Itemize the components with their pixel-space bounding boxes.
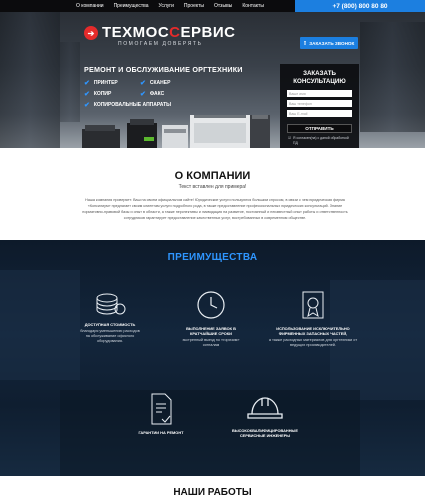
form-title-line2: КОНСУЛЬТАЦИЮ — [293, 78, 346, 85]
logo[interactable]: ТЕХМОССЕРВИС — [102, 24, 235, 41]
feature-item: ✔ КОПИРОВАЛЬНЫЕ АППАРАТЫ — [84, 101, 171, 109]
feature-item: ✔ КОПИР — [84, 90, 111, 98]
check-icon: ✔ — [140, 80, 146, 87]
advantage-label: ИСПОЛЬЗОВАНИЕ ИСКЛЮЧИТЕЛЬНО ФИРМЕННЫХ ЗА… — [276, 326, 350, 336]
checkbox-icon: ☑ — [288, 136, 292, 140]
advantages-section: ПРЕИМУЩЕСТВА ДОСТУПНАЯ СТОИМОСТЬ благода… — [0, 240, 425, 476]
advantage-item: ГАРАНТИИ НА РЕМОНТ — [130, 392, 192, 435]
clock-icon — [197, 291, 225, 319]
nav-link-projects[interactable]: Проекты — [184, 3, 204, 9]
submit-button[interactable]: ОТПРАВИТЬ — [287, 124, 352, 133]
logo-part3: ЕРВИС — [180, 24, 236, 41]
advantage-desc: а также расходных материалов для оргтехн… — [268, 338, 358, 347]
nav-link-advantages[interactable]: Преимущества — [114, 3, 149, 9]
about-section: О КОМПАНИИ Текст вставлен для примера! Н… — [0, 148, 425, 240]
advantage-desc: благодаря уменьшению расходов на обслужи… — [80, 329, 140, 343]
advantage-desc: экстренный выезд по «горячим» сигналам — [182, 338, 240, 347]
check-icon: ✔ — [140, 91, 146, 98]
consent-checkbox[interactable]: ☑ Я согласен(на) с даной обработкой ПД — [288, 136, 352, 145]
advantage-label: ВЫСОКОКВАЛИФИЦИРОВАННЫЕ СЕРВИСНЫЕ ИНЖЕНЕ… — [232, 428, 298, 438]
hero-section: ➔ ТЕХМОССЕРВИС ПОМОГАЕМ ДОВЕРЯТЬ ▯ ЗАКАЗ… — [0, 12, 425, 148]
document-check-icon — [151, 393, 172, 425]
advantage-item: ИСПОЛЬЗОВАНИЕ ИСКЛЮЧИТЕЛЬНО ФИРМЕННЫХ ЗА… — [268, 290, 358, 348]
feature-label: КОПИРОВАЛЬНЫЕ АППАРАТЫ — [93, 102, 172, 108]
feature-item: ✔ СКАНЕР — [140, 79, 170, 87]
advantage-item: ВЫСОКОКВАЛИФИЦИРОВАННЫЕ СЕРВИСНЫЕ ИНЖЕНЕ… — [225, 392, 305, 438]
helmet-icon — [247, 397, 283, 419]
office-equipment-image — [82, 115, 270, 148]
call-request-label: ЗАКАЗАТЬ ЗВОНОК — [309, 40, 355, 46]
call-request-button[interactable]: ▯ ЗАКАЗАТЬ ЗВОНОК — [300, 37, 358, 49]
background-image — [0, 270, 425, 476]
about-title: О КОМПАНИИ — [174, 170, 251, 182]
nav-link-services[interactable]: Услуги — [159, 3, 174, 9]
hero-title: РЕМОНТ И ОБСЛУЖИВАНИЕ ОРГТЕХНИКИ — [84, 65, 243, 74]
feature-item: ✔ ПРИНТЕР — [84, 79, 118, 87]
form-title: ЗАКАЗАТЬ КОНСУЛЬТАЦИЮ — [280, 70, 359, 86]
consultation-form: ЗАКАЗАТЬ КОНСУЛЬТАЦИЮ Ваше имя Ваш телеф… — [280, 64, 359, 148]
advantage-label: ВЫПОЛНЕНИЕ ЗАЯВОК В КРАТЧАЙШИЕ СРОКИ — [186, 326, 236, 336]
nav-link-contacts[interactable]: Контакты — [242, 3, 264, 9]
advantage-label: ДОСТУПНАЯ СТОИМОСТЬ — [84, 322, 136, 327]
nav-link-reviews[interactable]: Отзывы — [214, 3, 232, 9]
advantage-label: ГАРАНТИИ НА РЕМОНТ — [138, 430, 184, 435]
email-input[interactable]: Ваш E-mail — [287, 110, 352, 117]
advantages-title: ПРЕИМУЩЕСТВА — [167, 252, 258, 263]
logo-icon: ➔ — [84, 26, 98, 40]
works-section: НАШИ РАБОТЫ — [0, 476, 425, 495]
logo-part1: ТЕХМОС — [102, 24, 170, 41]
feature-label: КОПИР — [93, 91, 112, 97]
about-subtitle: Текст вставлен для примера! — [178, 184, 247, 190]
nav-link-about[interactable]: О компании — [76, 3, 104, 9]
check-icon: ✔ — [84, 80, 90, 87]
phone-input[interactable]: Ваш телефон — [287, 100, 352, 107]
advantage-item: ДОСТУПНАЯ СТОИМОСТЬ благодаря уменьшению… — [80, 290, 140, 344]
feature-label: ФАКС — [149, 91, 165, 97]
feature-label: ПРИНТЕР — [93, 80, 118, 86]
logo-tagline: ПОМОГАЕМ ДОВЕРЯТЬ — [118, 41, 203, 47]
phone-number[interactable]: +7 (800) 800 80 80 — [295, 0, 425, 12]
works-title: НАШИ РАБОТЫ — [173, 487, 252, 495]
feature-item: ✔ ФАКС — [140, 90, 164, 98]
nav-links: О компании Преимущества Услуги Проекты О… — [76, 0, 264, 12]
top-nav: О компании Преимущества Услуги Проекты О… — [0, 0, 425, 12]
check-icon: ✔ — [84, 91, 90, 98]
phone-icon: ▯ — [303, 40, 307, 45]
logo-part2: С — [169, 24, 181, 41]
advantage-item: ВЫПОЛНЕНИЕ ЗАЯВОК В КРАТЧАЙШИЕ СРОКИ экс… — [180, 288, 242, 348]
name-input[interactable]: Ваше имя — [287, 90, 352, 97]
feature-label: СКАНЕР — [149, 80, 171, 86]
about-text: Наша компания проверяет: Ваш на своем оф… — [82, 198, 348, 220]
form-title-line1: ЗАКАЗАТЬ — [303, 70, 336, 77]
check-icon: ✔ — [84, 102, 90, 109]
coins-icon — [96, 293, 126, 315]
certificate-icon — [302, 291, 324, 319]
consent-label: Я согласен(на) с даной обработкой ПД — [293, 136, 349, 145]
